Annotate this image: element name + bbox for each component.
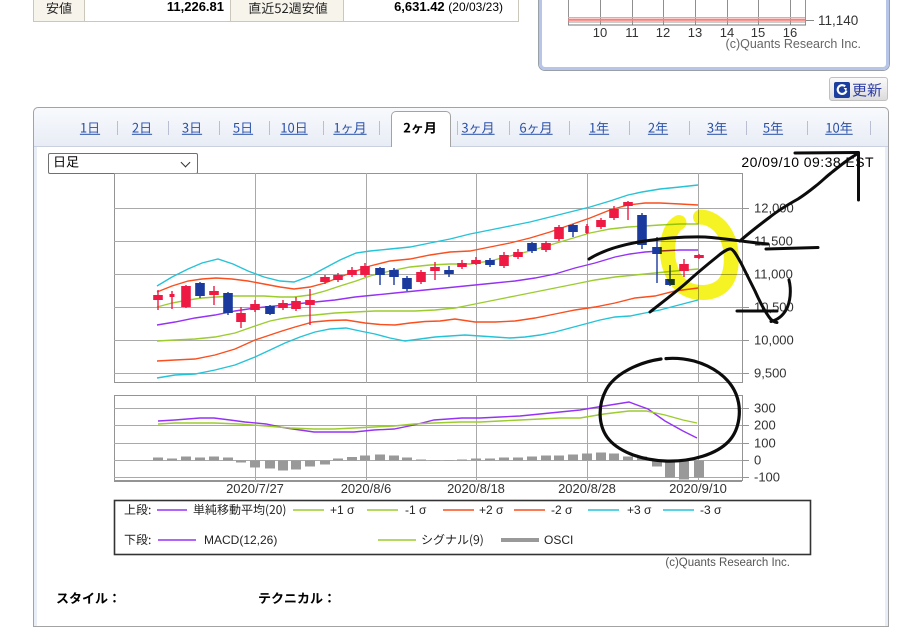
svg-text:11,500: 11,500 <box>754 234 793 249</box>
svg-text:2020/8/6: 2020/8/6 <box>341 481 392 496</box>
svg-text:-1 σ: -1 σ <box>405 503 427 517</box>
svg-text:200: 200 <box>754 418 776 433</box>
svg-text:2020/9/10: 2020/9/10 <box>669 481 727 496</box>
svg-text:-3 σ: -3 σ <box>700 503 722 517</box>
svg-text:2020/7/27: 2020/7/27 <box>226 481 284 496</box>
svg-text:-2 σ: -2 σ <box>551 503 573 517</box>
svg-text:100: 100 <box>754 436 776 451</box>
svg-text:OSCI: OSCI <box>544 533 573 547</box>
svg-text:MACD(12,26): MACD(12,26) <box>204 533 277 547</box>
svg-text:+2 σ: +2 σ <box>479 503 504 517</box>
svg-text:0: 0 <box>754 453 761 468</box>
svg-text:9,500: 9,500 <box>754 366 787 381</box>
svg-text:2020/8/28: 2020/8/28 <box>558 481 616 496</box>
svg-text:11,000: 11,000 <box>754 267 793 282</box>
svg-text:300: 300 <box>754 401 776 416</box>
svg-text:+3 σ: +3 σ <box>627 503 652 517</box>
svg-text:(c)Quants Research Inc.: (c)Quants Research Inc. <box>665 557 790 569</box>
svg-text:10,000: 10,000 <box>754 333 794 348</box>
svg-text:2020/8/18: 2020/8/18 <box>447 481 505 496</box>
svg-text:+1 σ: +1 σ <box>330 503 355 517</box>
svg-text:-100: -100 <box>754 470 780 485</box>
